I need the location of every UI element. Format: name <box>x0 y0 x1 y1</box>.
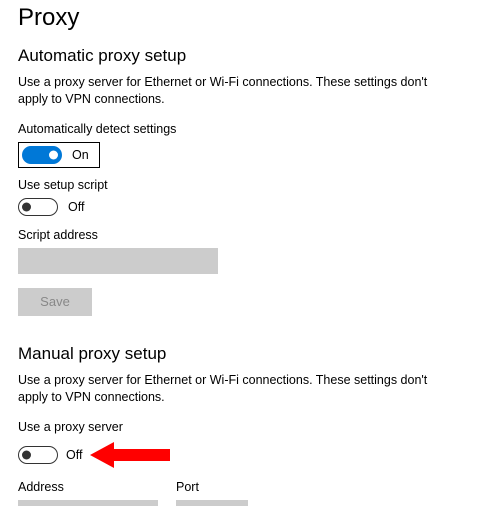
toggle-knob-icon <box>22 202 31 211</box>
use-proxy-toggle[interactable] <box>18 446 58 464</box>
use-proxy-label: Use a proxy server <box>18 420 482 434</box>
save-button[interactable]: Save <box>18 288 92 316</box>
port-label: Port <box>176 480 248 494</box>
setup-script-state: Off <box>68 200 84 214</box>
automatic-description: Use a proxy server for Ethernet or Wi-Fi… <box>18 74 438 108</box>
automatic-heading: Automatic proxy setup <box>18 46 482 66</box>
use-proxy-row: Off <box>18 440 482 470</box>
manual-description: Use a proxy server for Ethernet or Wi-Fi… <box>18 372 438 406</box>
script-address-input[interactable] <box>18 248 218 274</box>
toggle-knob-icon <box>49 150 58 159</box>
red-arrow-icon <box>90 440 170 470</box>
address-label: Address <box>18 480 158 494</box>
auto-detect-toggle[interactable] <box>22 146 62 164</box>
script-address-label: Script address <box>18 228 482 242</box>
auto-detect-state: On <box>72 148 89 162</box>
use-proxy-state: Off <box>66 448 82 462</box>
auto-detect-label: Automatically detect settings <box>18 122 482 136</box>
toggle-knob-icon <box>22 450 31 459</box>
manual-heading: Manual proxy setup <box>18 344 482 364</box>
setup-script-label: Use setup script <box>18 178 482 192</box>
address-port-row: Address Port <box>18 480 482 506</box>
proxy-settings-page: Proxy Automatic proxy setup Use a proxy … <box>0 0 500 506</box>
auto-detect-highlight: On <box>18 142 100 168</box>
setup-script-toggle[interactable] <box>18 198 58 216</box>
setup-script-row: Off <box>18 198 482 216</box>
port-input[interactable] <box>176 500 248 506</box>
address-input[interactable] <box>18 500 158 506</box>
page-title: Proxy <box>18 4 482 32</box>
